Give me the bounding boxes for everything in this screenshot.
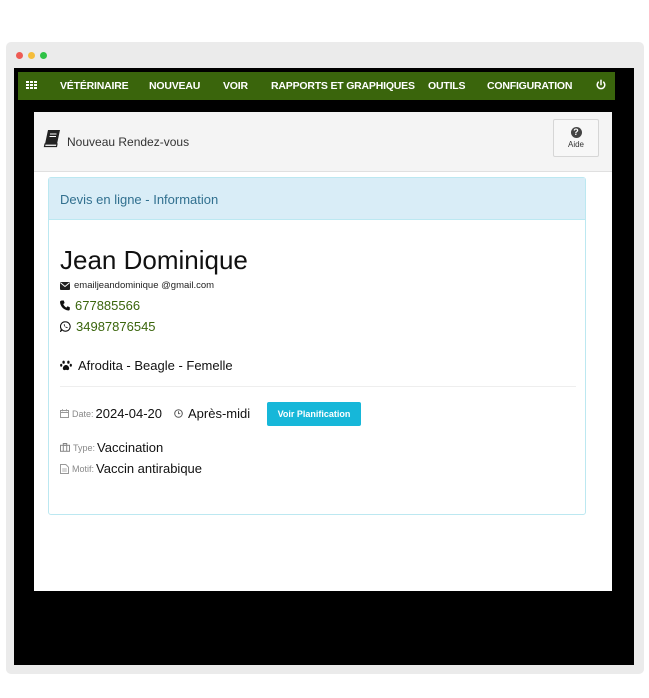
close-window-button[interactable] <box>16 52 23 59</box>
page-title: Nouveau Rendez-vous <box>67 135 190 149</box>
email-row: emailjeandominique @gmail.com <box>60 280 214 291</box>
paw-icon <box>60 360 72 371</box>
calendar-icon <box>60 409 69 418</box>
type-row: Type: Vaccination <box>60 440 163 455</box>
top-navbar: VÉTÉRINAIRE NOUVEAU VOIR RAPPORTS ET GRA… <box>18 72 615 100</box>
help-button[interactable]: ? Aide <box>553 119 599 157</box>
panel-heading: Devis en ligne - Information <box>49 178 585 220</box>
file-icon <box>60 463 69 474</box>
client-whatsapp[interactable]: 34987876545 <box>76 319 156 334</box>
client-phone[interactable]: 677885566 <box>75 298 140 313</box>
date-row: Date: 2024-04-20 Après-midi <box>60 406 250 421</box>
appointment-type: Vaccination <box>97 440 164 455</box>
motif-row: Motif: Vaccin antirabique <box>60 461 202 476</box>
briefcase-icon <box>60 443 70 452</box>
main-content: Nouveau Rendez-vous ? Aide Devis en lign… <box>34 112 612 591</box>
whatsapp-row: 34987876545 <box>60 319 156 334</box>
appointment-motif: Vaccin antirabique <box>96 461 203 476</box>
envelope-icon <box>60 281 70 290</box>
whatsapp-icon <box>60 321 71 332</box>
motif-label: Motif: <box>72 463 95 474</box>
power-icon[interactable] <box>595 79 607 91</box>
app-window: VÉTÉRINAIRE NOUVEAU VOIR RAPPORTS ET GRA… <box>6 42 644 674</box>
client-name: Jean Dominique <box>60 245 248 275</box>
maximize-window-button[interactable] <box>40 52 47 59</box>
phone-icon <box>60 300 70 311</box>
book-icon <box>43 130 60 148</box>
pet-row: Afrodita - Beagle - Femelle <box>60 358 233 373</box>
pet-info: Afrodita - Beagle - Femelle <box>78 358 233 373</box>
appointment-time: Après-midi <box>188 406 251 421</box>
nav-item-configuration[interactable]: CONFIGURATION <box>487 80 572 92</box>
date-label: Date: <box>72 408 94 419</box>
nav-item-outils[interactable]: OUTILS <box>428 80 466 92</box>
app-screen: VÉTÉRINAIRE NOUVEAU VOIR RAPPORTS ET GRA… <box>14 68 634 665</box>
appointment-date: 2024-04-20 <box>95 406 163 421</box>
divider <box>60 386 576 387</box>
view-planning-button[interactable]: Voir Planification <box>267 402 361 426</box>
nav-item-voir[interactable]: VOIR <box>223 80 248 92</box>
window-controls <box>16 52 47 60</box>
nav-item-nouveau[interactable]: NOUVEAU <box>149 80 200 92</box>
question-icon: ? <box>570 127 582 138</box>
client-email[interactable]: emailjeandominique @gmail.com <box>74 280 214 291</box>
page-header: Nouveau Rendez-vous ? Aide <box>34 112 612 172</box>
minimize-window-button[interactable] <box>28 52 35 59</box>
clock-icon <box>174 409 183 418</box>
help-label: Aide <box>567 140 584 149</box>
nav-item-veterinaire[interactable]: VÉTÉRINAIRE <box>60 80 129 92</box>
info-panel: Devis en ligne - Information Jean Domini… <box>48 177 586 515</box>
nav-item-rapports[interactable]: RAPPORTS ET GRAPHIQUES <box>271 80 415 92</box>
type-label: Type: <box>73 442 96 453</box>
phone-row: 677885566 <box>60 298 140 313</box>
grid-icon[interactable] <box>26 81 38 91</box>
